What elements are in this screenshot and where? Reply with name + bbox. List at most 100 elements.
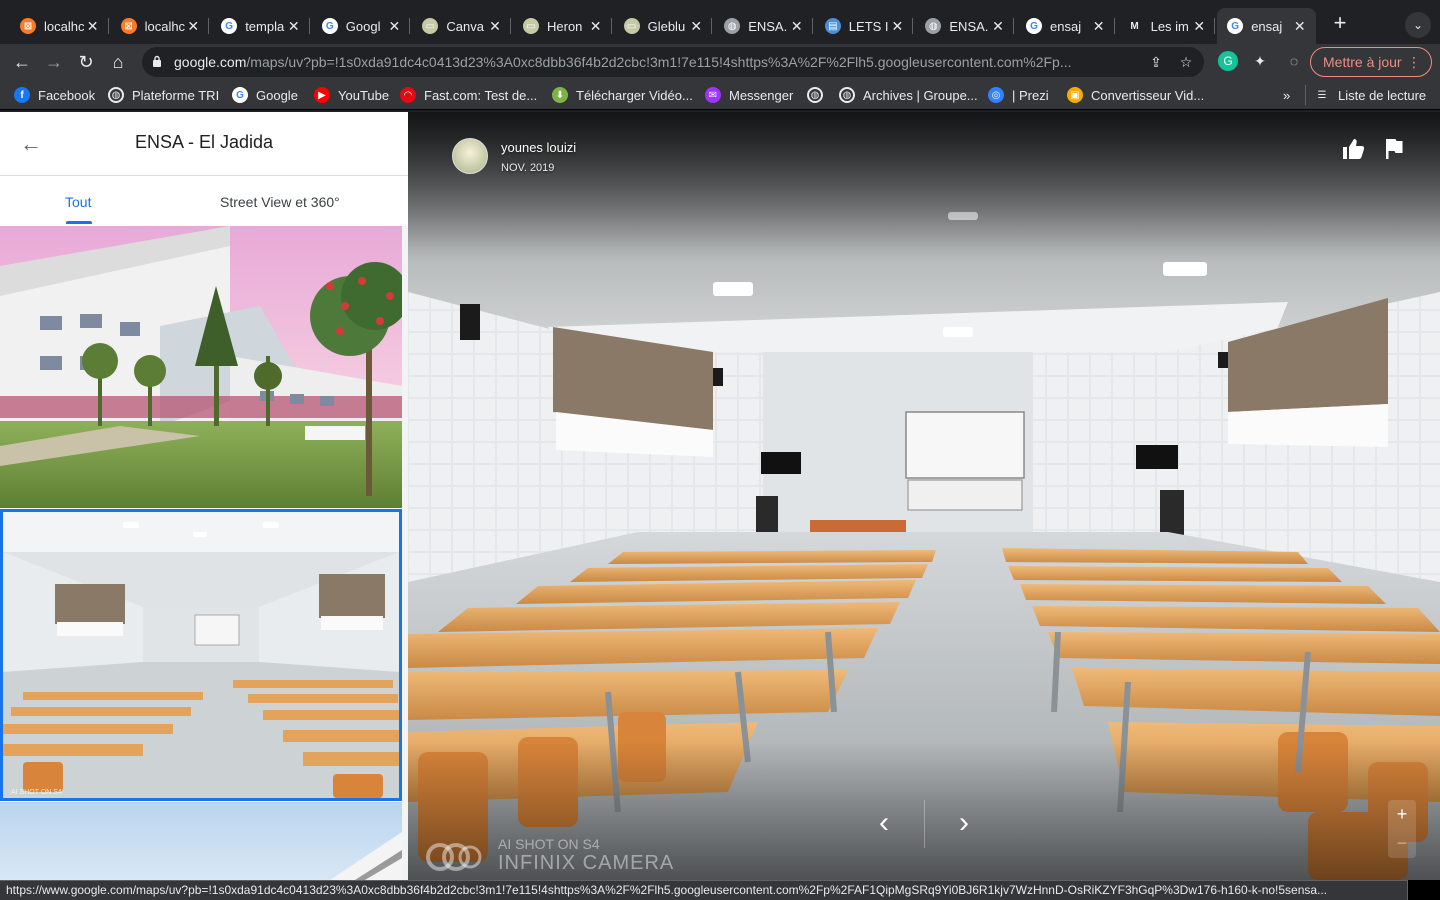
tab-title: ENSA. (949, 18, 989, 34)
new-tab-button[interactable]: + (1328, 12, 1352, 36)
reading-list-label: Liste de lecture (1338, 87, 1427, 103)
reading-list-button[interactable]: ☰ Liste de lecture (1305, 85, 1426, 105)
bookmark-item[interactable]: ◍ Archives | Groupe... (839, 85, 978, 105)
google-icon: G (321, 18, 338, 34)
grammarly-icon[interactable]: G (1218, 51, 1238, 71)
lens-icon[interactable]: ◌ (1284, 51, 1304, 71)
photo-thumbnail-next[interactable] (0, 802, 402, 880)
browser-tab[interactable]: Gensaj ✕ (1016, 8, 1115, 44)
tab-title: Gleblu (647, 18, 686, 34)
update-button[interactable]: Mettre à jour ⋮ (1310, 47, 1432, 77)
image-icon: ▭ (623, 18, 640, 34)
tab-street-view[interactable]: Street View et 360° (220, 194, 340, 210)
tab-title: ensaj (1251, 18, 1283, 34)
bookmark-item[interactable]: ✉ Messenger (705, 85, 793, 105)
close-tab-icon[interactable]: ✕ (1292, 18, 1308, 35)
more-bookmarks-button[interactable]: » (1283, 85, 1290, 105)
browser-tab[interactable]: ▤ LETS I ✕ (815, 8, 914, 44)
back-icon[interactable]: ← (10, 50, 34, 74)
bookmark-item[interactable]: ▣ Convertisseur Vid... (1067, 85, 1204, 105)
share-icon[interactable]: ⇪ (1147, 53, 1165, 71)
browser-tab[interactable]: ▭ Gleblu ✕ (614, 8, 713, 44)
browser-tab[interactable]: Gtempla ✕ (211, 8, 310, 44)
menu-dots-icon[interactable]: ⋮ (1407, 48, 1421, 76)
xampp-icon: ⊠ (20, 18, 36, 34)
download-icon: ⬇ (552, 87, 568, 103)
globe-icon: ◍ (925, 18, 942, 34)
bookmark-label: | Prezi (1012, 87, 1049, 103)
bookmarks-bar: f Facebook ◍ Plateforme TRI G Google ▶ YouTube ◠… (0, 80, 1440, 110)
converter-icon: ▣ (1067, 87, 1083, 103)
globe-icon: ◍ (108, 87, 124, 103)
photo-thumbnail-classroom-selected[interactable]: AI SHOT ON S4 (0, 509, 402, 801)
tab-title: templa (245, 18, 285, 34)
close-tab-icon[interactable]: ✕ (286, 18, 302, 35)
home-icon[interactable]: ⌂ (106, 50, 130, 74)
close-tab-icon[interactable]: ✕ (1091, 18, 1107, 35)
close-tab-icon[interactable]: ✕ (487, 18, 503, 35)
browser-tab[interactable]: M Les im ✕ (1117, 8, 1216, 44)
tab-title: Les im (1150, 18, 1189, 34)
browser-tab[interactable]: ◍ ENSA. ✕ (714, 8, 813, 44)
bookmark-item[interactable]: ⬇ Télécharger Vidéo... (552, 85, 693, 105)
browser-tab[interactable]: ▭ Heron ✕ (513, 8, 612, 44)
browser-tab[interactable]: ⊠ localhc ✕ (111, 8, 210, 44)
extensions-icon[interactable]: ✦ (1250, 51, 1270, 71)
photo-viewer[interactable] (408, 112, 1440, 880)
browser-tab[interactable]: ◍ ENSA. ✕ (915, 8, 1014, 44)
globe-icon: ◍ (724, 18, 741, 34)
flag-icon[interactable] (1381, 136, 1407, 162)
panel-header: ← ENSA - El Jadida (0, 112, 408, 176)
close-tab-icon[interactable]: ✕ (588, 18, 604, 35)
zoom-in-button[interactable]: + (1388, 800, 1416, 829)
browser-tab[interactable]: Gensaj ✕ (1217, 8, 1316, 44)
close-tab-icon[interactable]: ✕ (1191, 18, 1207, 35)
fast-icon: ◠ (400, 87, 416, 103)
google-icon: G (1026, 18, 1042, 34)
close-tab-icon[interactable]: ✕ (889, 18, 905, 35)
bookmark-label: Google (256, 87, 298, 103)
photo-date: NOV. 2019 (501, 162, 555, 174)
status-bar-url: https://www.google.com/maps/uv?pb=!1s0xd… (0, 880, 1408, 900)
forward-icon[interactable]: → (42, 50, 66, 74)
photo-thumbnail-campus[interactable] (0, 226, 402, 508)
close-tab-icon[interactable]: ✕ (688, 18, 704, 35)
zoom-control: + − (1388, 800, 1416, 858)
thumbs-up-icon[interactable] (1340, 136, 1366, 162)
browser-tab[interactable]: ⊠ localhc ✕ (10, 8, 109, 44)
bookmark-item[interactable]: ◠ Fast.com: Test de... (400, 85, 537, 105)
reading-list-icon: ☰ (1317, 89, 1327, 101)
next-photo-icon[interactable]: › (946, 806, 982, 842)
author-avatar[interactable] (452, 138, 488, 174)
browser-tab[interactable]: G Googl ✕ (312, 8, 411, 44)
tab-title: LETS I (848, 18, 889, 34)
tab-title: localhc (144, 18, 186, 34)
close-tab-icon[interactable]: ✕ (185, 18, 201, 35)
bookmark-star-icon[interactable]: ☆ (1177, 53, 1195, 71)
bookmark-item[interactable]: ◍ (807, 85, 831, 105)
author-name[interactable]: younes louizi (501, 140, 576, 155)
address-bar[interactable]: google.com/maps/uv?pb=!1s0xda91dc4c0413d… (142, 47, 1204, 77)
thumb-watermark-line1: AI SHOT ON S4 (11, 789, 62, 796)
url-text[interactable]: google.com/maps/uv?pb=!1s0xda91dc4c0413d… (174, 54, 1144, 70)
tab-strip: ⊠ localhc ✕ ⊠ localhc ✕ Gtempla ✕ G Googl ✕ ▭ Canva ✕… (0, 0, 1440, 44)
close-tab-icon[interactable]: ✕ (386, 18, 402, 35)
nav-divider (924, 800, 925, 848)
tab-search-button[interactable]: ⌄ (1405, 12, 1431, 38)
google-icon: G (232, 87, 248, 103)
close-tab-icon[interactable]: ✕ (85, 18, 101, 35)
tab-all[interactable]: Tout (65, 194, 91, 210)
reload-icon[interactable]: ↻ (74, 50, 98, 74)
bookmark-item[interactable]: ◎ | Prezi (988, 85, 1049, 105)
image-icon: ▭ (422, 18, 439, 34)
close-tab-icon[interactable]: ✕ (789, 18, 805, 35)
bookmark-item[interactable]: G Google (232, 85, 298, 105)
bookmark-item[interactable]: ◍ Plateforme TRI (108, 85, 219, 105)
bookmark-item[interactable]: f Facebook (14, 85, 95, 105)
zoom-out-button[interactable]: − (1388, 829, 1416, 858)
camera-logo-icon (426, 843, 482, 871)
close-tab-icon[interactable]: ✕ (990, 18, 1006, 35)
previous-photo-icon[interactable]: ‹ (866, 806, 902, 842)
browser-tab[interactable]: ▭ Canva ✕ (412, 8, 511, 44)
bookmark-item[interactable]: ▶ YouTube (314, 85, 389, 105)
